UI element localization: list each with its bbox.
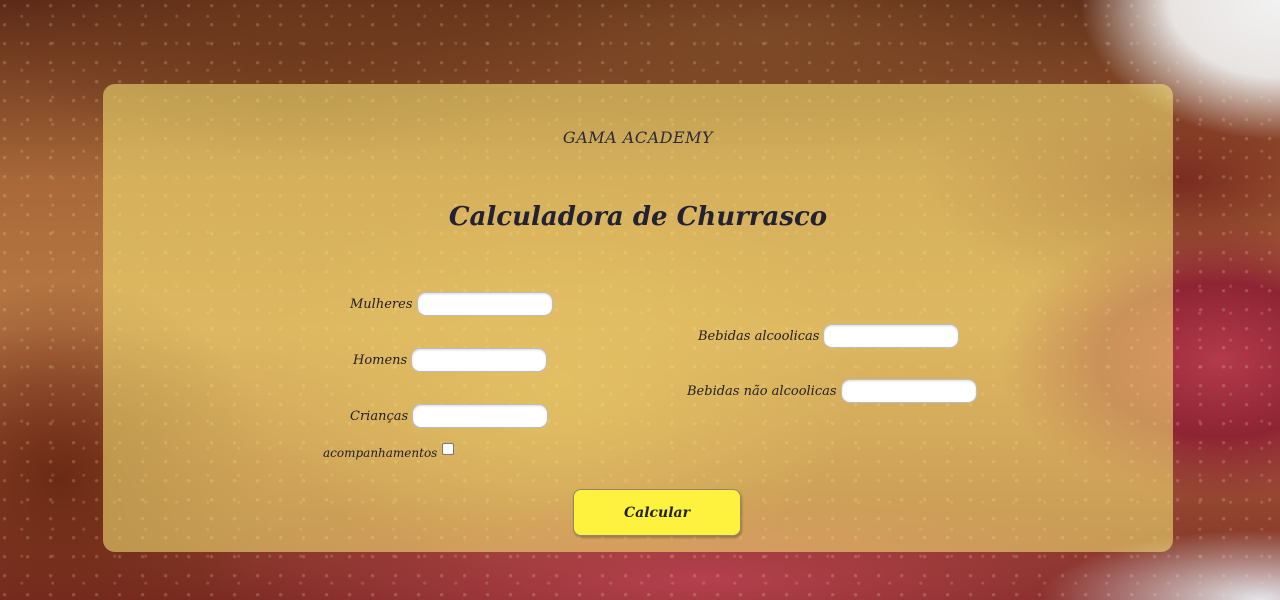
- acompanhamentos-checkbox[interactable]: [442, 443, 455, 455]
- bebidas-nao-alcoolicas-label: Bebidas não alcoolicas: [687, 383, 837, 399]
- bebidas-nao-alcoolicas-input[interactable]: [840, 379, 977, 403]
- mulheres-field-group: Mulheres: [350, 292, 553, 316]
- page-title: Calculadora de Churrasco: [448, 202, 828, 232]
- calcular-button[interactable]: Calcular: [573, 489, 741, 536]
- homens-input[interactable]: [411, 348, 548, 372]
- calculator-card: GAMA ACADEMY Calculadora de Churrasco Mu…: [103, 84, 1173, 552]
- mulheres-input[interactable]: [416, 292, 553, 316]
- acompanhamentos-label: acompanhamentos: [323, 446, 438, 460]
- acompanhamentos-group: acompanhamentos: [323, 443, 455, 460]
- bebidas-alcoolicas-label: Bebidas alcoolicas: [698, 328, 820, 344]
- bebidas-nao-alcoolicas-field-group: Bebidas não alcoolicas: [687, 379, 977, 403]
- mulheres-label: Mulheres: [350, 296, 413, 312]
- criancas-field-group: Crianças: [350, 404, 549, 428]
- criancas-label: Crianças: [350, 408, 409, 424]
- homens-label: Homens: [353, 352, 408, 368]
- brand-title: GAMA ACADEMY: [562, 128, 714, 147]
- bebidas-alcoolicas-input[interactable]: [823, 324, 960, 348]
- criancas-input[interactable]: [412, 404, 549, 428]
- bebidas-alcoolicas-field-group: Bebidas alcoolicas: [698, 324, 960, 348]
- homens-field-group: Homens: [353, 348, 548, 372]
